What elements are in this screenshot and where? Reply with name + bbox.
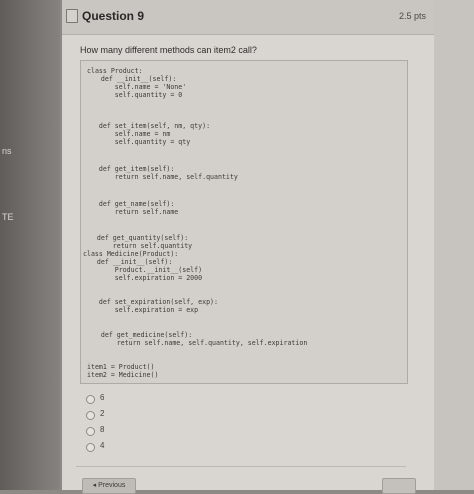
- code-line: self.name = nm: [83, 130, 171, 138]
- sidebar-text-fragment: ns: [2, 146, 12, 156]
- code-line: item1 = Product(): [87, 363, 155, 371]
- question-header: Question 9 2.5 pts: [62, 0, 474, 35]
- code-line: return self.quantity: [81, 242, 193, 250]
- code-line: return self.name, self.quantity, self.ex…: [85, 339, 308, 347]
- code-line: def __init__(self):: [81, 258, 173, 266]
- left-sidebar: ns TE: [0, 0, 60, 490]
- code-line: Product.__init__(self): [83, 266, 203, 274]
- sidebar-text-fragment: TE: [2, 212, 14, 222]
- question-prompt: How many different methods can item2 cal…: [80, 45, 257, 55]
- radio-button[interactable]: [86, 427, 95, 436]
- question-title: Question 9: [82, 9, 145, 23]
- code-line: item2 = Medicine(): [87, 371, 159, 379]
- radio-button[interactable]: [86, 395, 95, 404]
- code-line: self.expiration = 2000: [83, 274, 203, 282]
- code-line: def set_expiration(self, exp):: [83, 298, 218, 306]
- previous-button[interactable]: ◂ Previous: [82, 478, 136, 494]
- flag-icon[interactable]: [66, 9, 78, 23]
- question-card: Question 9 2.5 pts How many different me…: [62, 0, 474, 494]
- code-line: return self.name: [83, 208, 179, 216]
- code-line: self.quantity = 0: [83, 91, 183, 99]
- answer-label: 6: [100, 393, 105, 402]
- right-panel-edge: [434, 0, 474, 490]
- answer-label: 8: [100, 425, 105, 434]
- radio-button[interactable]: [86, 443, 95, 452]
- radio-button[interactable]: [86, 411, 95, 420]
- code-line: def __init__(self):: [85, 75, 177, 83]
- code-line: def get_medicine(self):: [85, 331, 193, 339]
- code-line: def set_item(self, nm, qty):: [83, 122, 211, 130]
- code-line: class Product:: [87, 67, 143, 75]
- code-line: self.name = 'None': [83, 83, 187, 91]
- code-block: class Product: def __init__(self): self.…: [80, 60, 408, 384]
- points-label: 2.5 pts: [398, 11, 426, 21]
- answer-label: 4: [100, 441, 105, 450]
- answer-label: 2: [100, 409, 105, 418]
- code-line: def get_name(self):: [83, 200, 175, 208]
- code-line: self.quantity = qty: [83, 138, 191, 146]
- code-line: def get_item(self):: [83, 165, 175, 173]
- code-line: self.expiration = exp: [83, 306, 199, 314]
- code-line: return self.name, self.quantity: [83, 173, 238, 181]
- next-button[interactable]: [382, 478, 416, 494]
- code-line: class Medicine(Product):: [83, 250, 179, 258]
- divider: [76, 466, 406, 467]
- code-line: def get_quantity(self):: [81, 234, 189, 242]
